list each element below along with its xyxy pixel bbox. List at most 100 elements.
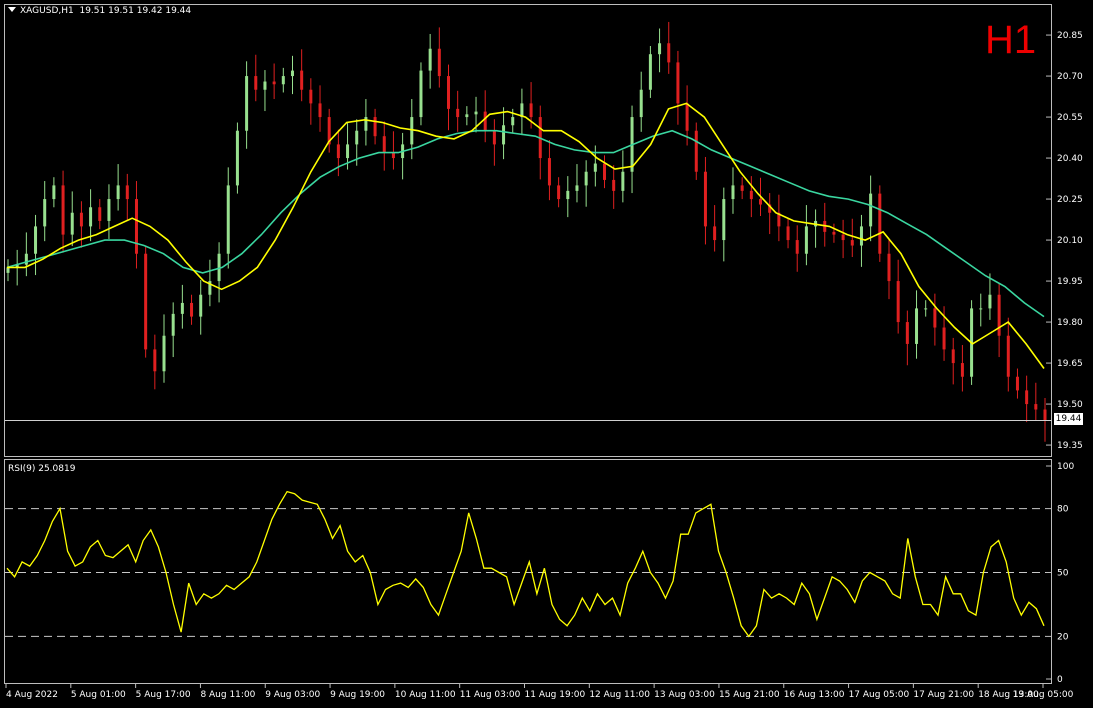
price-tick-label: 19.80 [1057, 318, 1083, 328]
candle-body [437, 48, 441, 77]
candle-body [116, 185, 120, 200]
candle-body [483, 111, 487, 131]
candle-body [832, 231, 836, 235]
candle-body [180, 302, 184, 314]
rsi-tick-label: 0 [1057, 675, 1063, 685]
candle-body [125, 185, 129, 200]
candle-body [915, 308, 919, 344]
time-tick-label: 8 Aug 11:00 [200, 690, 255, 700]
candle-body [43, 199, 47, 227]
price-tick-label: 20.85 [1057, 31, 1083, 41]
time-tick-label: 17 Aug 21:00 [913, 690, 974, 700]
candle-body [492, 130, 496, 145]
candle-body [382, 136, 386, 153]
time-tick-label: 19 Aug 05:00 [1013, 690, 1074, 700]
price-tick-label: 19.50 [1057, 400, 1083, 410]
candle-body [511, 117, 515, 126]
candle-body [694, 130, 698, 172]
candle-body [272, 81, 276, 85]
candle-body [162, 335, 166, 372]
time-tick-label: 5 Aug 01:00 [71, 690, 126, 700]
dropdown-triangle-icon[interactable] [8, 7, 16, 12]
time-tick-label: 13 Aug 03:00 [654, 690, 715, 700]
candle-body [254, 76, 258, 90]
time-tick-label: 15 Aug 21:00 [719, 690, 780, 700]
candle-body [263, 81, 267, 90]
candle-body [309, 89, 313, 104]
price-tick-label: 20.55 [1057, 113, 1083, 123]
candle-body [419, 70, 423, 118]
candle-body [34, 226, 38, 254]
candle-body [841, 234, 845, 241]
candle-body [575, 185, 579, 191]
candle-body [786, 226, 790, 241]
candle-body [557, 185, 561, 200]
candle-body [1034, 404, 1038, 410]
rsi-tick-label: 100 [1057, 462, 1074, 472]
price-tick-label: 20.70 [1057, 72, 1083, 82]
candle-body [924, 308, 928, 310]
timeframe-label: H1 [985, 18, 1037, 62]
rsi-tick-label: 50 [1057, 569, 1069, 579]
rsi-panel-frame [4, 459, 1052, 684]
candle-body [144, 253, 148, 350]
candle-body [89, 207, 93, 227]
candle-body [190, 302, 194, 317]
time-tick-label: 17 Aug 05:00 [849, 690, 910, 700]
current-price-label: 19.44 [1054, 413, 1083, 425]
candle-body [465, 114, 469, 118]
ma-fast-line [7, 102, 1045, 369]
symbol-label: XAGUSD,H1 [20, 6, 74, 16]
rsi-tick-label: 20 [1057, 632, 1069, 642]
candle-body [850, 240, 854, 246]
price-tick-label: 20.25 [1057, 195, 1083, 205]
candle-body [235, 130, 239, 186]
chart-canvas[interactable]: 20.85 20.70 20.55 20.40 20.25 20.10 19.95 19.80… [0, 0, 1093, 708]
candle-body [529, 103, 533, 118]
candle-body [346, 144, 350, 159]
candle-body [428, 48, 432, 71]
candle-body [658, 43, 662, 55]
price-tick-label: 19.35 [1057, 441, 1083, 451]
candle-body [804, 226, 808, 254]
chart-window[interactable]: 20.85 20.70 20.55 20.40 20.25 20.10 19.95 19.80… [0, 0, 1093, 708]
rsi-line [6, 490, 1045, 638]
candlesticks [6, 21, 1047, 442]
candle-body [584, 171, 588, 186]
candle-body [336, 144, 340, 159]
candle-body [933, 308, 937, 328]
rsi-tick-label: 80 [1057, 505, 1069, 515]
candle-body [795, 240, 799, 254]
candle-body [942, 327, 946, 350]
candle-body [1025, 390, 1029, 405]
candle-body [648, 54, 652, 90]
candle-body [639, 89, 643, 118]
candle-body [1006, 335, 1010, 377]
price-tick-label: 20.40 [1057, 154, 1083, 164]
time-tick-label: 5 Aug 17:00 [136, 690, 191, 700]
candle-body [731, 185, 735, 200]
candle-body [722, 199, 726, 241]
candle-body [703, 171, 707, 227]
time-tick-label: 9 Aug 19:00 [330, 690, 385, 700]
candle-body [979, 308, 983, 310]
candle-body [446, 76, 450, 109]
candle-body [391, 152, 395, 159]
candle-body [290, 70, 294, 77]
candle-body [593, 163, 597, 172]
symbol-header[interactable]: XAGUSD,H1 19.51 19.51 19.42 19.44 [8, 6, 191, 16]
candle-body [171, 313, 175, 336]
candle-body [749, 190, 753, 200]
candle-body [474, 111, 478, 115]
candle-body [878, 193, 882, 254]
candle-body [134, 199, 138, 254]
candle-body [869, 193, 873, 227]
time-tick-label: 11 Aug 03:00 [460, 690, 521, 700]
time-tick-label: 10 Aug 11:00 [395, 690, 456, 700]
candle-body [502, 125, 506, 145]
price-tick-label: 19.65 [1057, 359, 1083, 369]
rsi-axis: 100 80 50 20 0 [1046, 462, 1074, 685]
time-axis: 4 Aug 2022 5 Aug 01:00 5 Aug 17:00 8 Aug 11… [5, 684, 1074, 700]
candle-body [685, 103, 689, 131]
candle-body [896, 281, 900, 323]
